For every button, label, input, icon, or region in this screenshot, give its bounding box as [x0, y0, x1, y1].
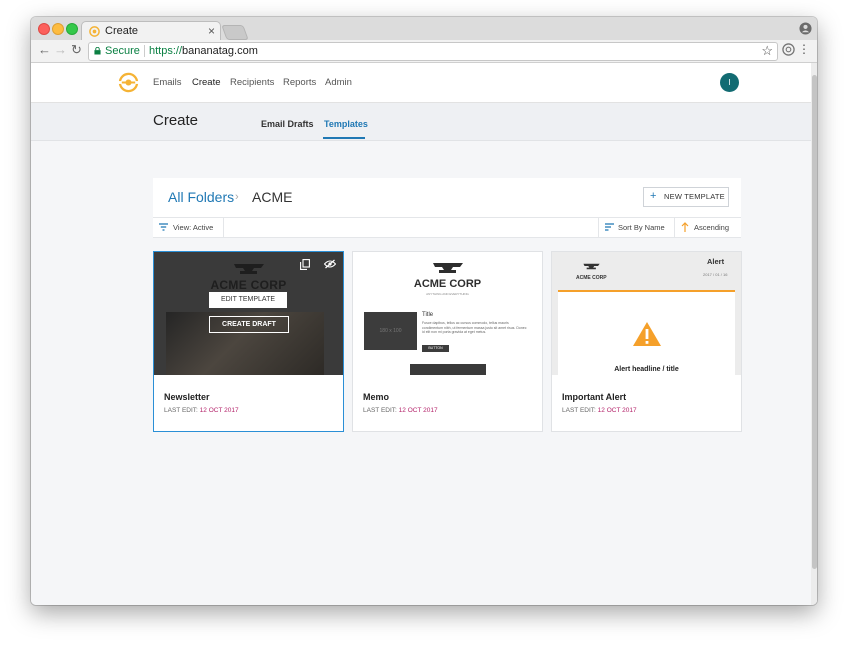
nav-admin[interactable]: Admin [325, 77, 352, 88]
anvil-logo-icon [433, 263, 463, 273]
sort-order-button[interactable]: Ascending [674, 218, 742, 237]
memo-footer-bar [410, 364, 486, 375]
last-edit-label: LAST EDIT: [363, 407, 397, 414]
duplicate-icon[interactable] [300, 259, 310, 270]
create-draft-button[interactable]: CREATE DRAFT [209, 316, 289, 333]
url-scheme: https:// [149, 45, 183, 57]
breadcrumb-separator: › [235, 191, 239, 203]
url-host: bananatag.com [182, 45, 258, 57]
new-tab-button[interactable] [221, 25, 249, 40]
memo-body-text: Fusce dapibus, tellus ac cursus commodo,… [422, 321, 527, 334]
nav-recipients[interactable]: Recipients [230, 77, 274, 88]
lock-icon [94, 47, 101, 55]
view-filter-label: View: Active [173, 223, 214, 232]
sort-by-name-label: Sort By Name [618, 223, 665, 232]
tab-templates[interactable]: Templates [324, 119, 368, 129]
active-tab-underline [323, 137, 365, 139]
maximize-window-button[interactable] [66, 23, 78, 35]
card-name: Memo [363, 392, 390, 402]
arrow-up-icon [681, 222, 689, 232]
close-window-button[interactable] [38, 23, 50, 35]
tab-close-icon[interactable]: × [208, 24, 215, 38]
last-edit-date: 12 OCT 2017 [597, 407, 637, 414]
extension-icon[interactable] [782, 43, 795, 56]
memo-heading: Title [422, 312, 434, 318]
sub-header: Create Email Drafts Templates [31, 103, 811, 141]
card-name: Newsletter [164, 392, 210, 402]
alert-headline: Alert headline / title [614, 366, 679, 373]
card-last-edit: LAST EDIT: 12 OCT 2017 [562, 407, 637, 414]
edit-template-button[interactable]: EDIT TEMPLATE [209, 292, 287, 308]
page-scrollbar[interactable] [811, 63, 817, 605]
user-avatar[interactable]: I [720, 73, 739, 92]
memo-brand: ACME CORP [413, 278, 482, 290]
template-card-memo[interactable]: ACME CORP ANYTHING AND EVERYTHING 180 x … [352, 251, 543, 432]
newsletter-thumbnail: ACME CORP EDIT TEMPLATE CREATE DRAFT [154, 252, 343, 375]
card-last-edit: LAST EDIT: 12 OCT 2017 [164, 407, 239, 414]
filter-icon [159, 223, 168, 231]
reload-icon[interactable]: ↻ [71, 42, 82, 58]
breadcrumb-current-folder: ACME [252, 189, 293, 205]
browser-toolbar: ← → ↻ Secure https://bananatag.com ☆ ⋮ [31, 40, 817, 63]
card-name: Important Alert [562, 392, 627, 402]
view-filter-button[interactable]: View: Active [153, 218, 224, 237]
breadcrumb-all-folders[interactable]: All Folders [168, 189, 234, 205]
tab-title: Create [105, 25, 139, 37]
filter-bar: View: Active Sort By Name Ascending [153, 218, 741, 238]
alert-thumbnail: ACME CORP Alert 2017 / 01 / 16 Alert hea… [552, 252, 741, 375]
newsletter-brand: ACME CORP [210, 278, 287, 292]
template-card-important-alert[interactable]: ACME CORP Alert 2017 / 01 / 16 Alert hea… [551, 251, 742, 432]
alert-brand: ACME CORP [576, 275, 607, 281]
memo-image-placeholder: 180 x 100 [364, 312, 417, 350]
scrollbar-thumb[interactable] [812, 75, 817, 569]
plus-icon: + [650, 190, 657, 202]
last-edit-label: LAST EDIT: [164, 407, 198, 414]
warning-triangle-icon [633, 322, 661, 346]
sort-icon [605, 223, 614, 231]
nav-reports[interactable]: Reports [283, 77, 316, 88]
browser-window: Create × ← → ↻ Secure https://bananatag.… [31, 17, 817, 605]
sort-order-label: Ascending [694, 223, 730, 232]
profile-icon[interactable] [799, 22, 812, 35]
url-text: https://bananatag.com [149, 45, 258, 57]
nav-emails[interactable]: Emails [153, 77, 182, 88]
secure-label: Secure [105, 45, 140, 57]
nav-create[interactable]: Create [192, 77, 221, 88]
bookmark-star-icon[interactable]: ☆ [761, 43, 773, 59]
folder-header: All Folders › ACME + NEW TEMPLATE [153, 178, 741, 218]
forward-arrow-icon[interactable]: → [54, 42, 67, 58]
top-navigation: Emails Create Recipients Reports Admin I [31, 63, 811, 103]
card-last-edit: LAST EDIT: 12 OCT 2017 [363, 407, 438, 414]
tab-strip: Create × [31, 17, 817, 41]
browser-tab[interactable]: Create × [81, 21, 221, 41]
hide-eye-icon[interactable] [324, 259, 336, 269]
last-edit-date: 12 OCT 2017 [199, 407, 239, 414]
address-separator [144, 45, 145, 57]
app-viewport: Emails Create Recipients Reports Admin I… [31, 63, 817, 605]
minimize-window-button[interactable] [52, 23, 64, 35]
new-template-button[interactable]: + NEW TEMPLATE [643, 187, 729, 207]
back-arrow-icon[interactable]: ← [38, 42, 51, 58]
anvil-logo-icon [234, 264, 264, 274]
memo-button: BUTTON [422, 345, 449, 352]
last-edit-date: 12 OCT 2017 [398, 407, 438, 414]
last-edit-label: LAST EDIT: [562, 407, 596, 414]
template-card-newsletter[interactable]: ACME CORP EDIT TEMPLATE CREATE DRAFT New… [153, 251, 344, 432]
page-title: Create [153, 112, 199, 129]
alert-date: 2017 / 01 / 16 [703, 272, 728, 277]
memo-tagline: ANYTHING AND EVERYTHING [426, 292, 469, 296]
alert-body: Alert headline / title [558, 292, 735, 375]
bananatag-logo-icon[interactable] [118, 72, 139, 93]
anvil-logo-icon [583, 263, 600, 270]
address-bar[interactable]: Secure https://bananatag.com ☆ [88, 42, 778, 61]
sort-by-name-button[interactable]: Sort By Name [598, 218, 674, 237]
bananatag-favicon-icon [89, 26, 100, 37]
memo-thumbnail: ACME CORP ANYTHING AND EVERYTHING 180 x … [353, 252, 542, 375]
new-template-label: NEW TEMPLATE [664, 192, 725, 201]
tab-email-drafts[interactable]: Email Drafts [261, 119, 314, 129]
browser-menu-icon[interactable]: ⋮ [798, 42, 810, 56]
alert-title: Alert [707, 257, 725, 266]
